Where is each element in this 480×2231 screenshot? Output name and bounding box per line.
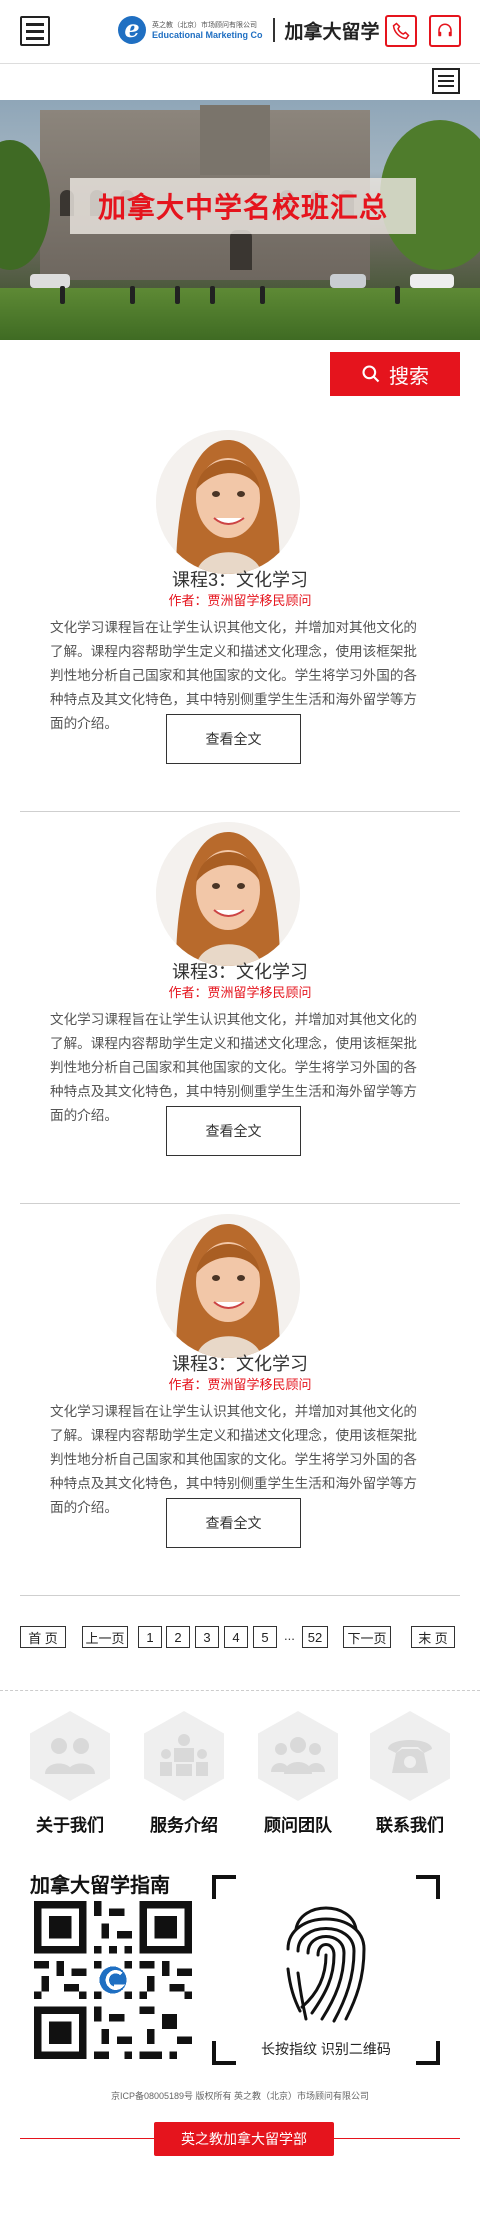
team-icon (30, 1711, 110, 1801)
prev-page-button[interactable]: 上一页 (82, 1626, 128, 1648)
person (60, 286, 65, 304)
author-avatar[interactable] (156, 1214, 300, 1358)
car (410, 274, 454, 288)
search-button-label: 搜索 (389, 365, 429, 388)
fingerprint-text: 长按指纹 识别二维码 (261, 2041, 391, 2057)
footer-nav-label: 顾问团队 (264, 1816, 332, 1835)
article-card: 课程3：文化学习 作者：贾洲留学移民顾问 文化学习课程旨在让学生认识其他文化，并… (20, 420, 460, 812)
article-card: 课程3：文化学习 作者：贾洲留学移民顾问 文化学习课程旨在让学生认识其他文化，并… (20, 812, 460, 1204)
page-number-button[interactable]: 1 (138, 1626, 162, 1648)
door (230, 230, 252, 270)
last-page-button[interactable]: 末 页 (411, 1626, 455, 1648)
logo-company-cn: 英之教（北京）市场顾问有限公司 (152, 22, 257, 29)
person (130, 286, 135, 304)
author-avatar[interactable] (156, 822, 300, 966)
page-number-button[interactable]: 52 (302, 1626, 328, 1648)
sub-nav-bar (0, 64, 480, 100)
page-ellipsis: ... (284, 1628, 295, 1643)
page-number-button[interactable]: 3 (195, 1626, 219, 1648)
meeting-icon (144, 1711, 224, 1801)
page-number-button[interactable]: 2 (166, 1626, 190, 1648)
scan-corner (416, 1875, 440, 1899)
logo-text: 英之教（北京）市场顾问有限公司 Educational Marketing Co (152, 20, 263, 40)
footer-nav-label: 联系我们 (376, 1816, 444, 1835)
telephone-icon (370, 1711, 450, 1801)
bottom-bar: 英之教加拿大留学部 (0, 2102, 480, 2162)
article-title[interactable]: 课程3：文化学习 (20, 566, 460, 592)
guide-title: 加拿大留学指南 (30, 1875, 170, 1897)
logo-company-en: Educational Marketing Co (152, 30, 263, 40)
next-page-button[interactable]: 下一页 (343, 1626, 391, 1648)
site-title: 加拿大留学 (284, 21, 380, 43)
footer: 关于我们 服务介绍 顾问团队 联系我们 加拿大留学指南 长按指纹 识别二维码 京… (0, 1690, 480, 2162)
banner-tower (200, 105, 270, 175)
person (175, 286, 180, 304)
article-title[interactable]: 课程3：文化学习 (20, 1350, 460, 1376)
top-header: e 英之教（北京）市场顾问有限公司 Educational Marketing … (0, 0, 480, 64)
banner: 加拿大中学名校班汇总 (0, 100, 480, 340)
footer-nav-team[interactable]: 顾问团队 (250, 1711, 346, 1836)
person (395, 286, 400, 304)
logo-divider (272, 18, 275, 42)
read-more-button[interactable]: 查看全文 (166, 714, 301, 764)
search-button[interactable]: 搜索 (330, 352, 460, 396)
fingerprint-icon (286, 1906, 366, 2023)
footer-nav-about[interactable]: 关于我们 (22, 1711, 118, 1836)
search-bar: 搜索 (0, 340, 480, 412)
banner-title: 加拿大中学名校班汇总 (70, 178, 416, 234)
person (210, 286, 215, 304)
footer-nav-services[interactable]: 服务介绍 (136, 1711, 232, 1836)
article-title[interactable]: 课程3：文化学习 (20, 958, 460, 984)
footer-nav-label: 服务介绍 (150, 1816, 218, 1835)
read-more-button[interactable]: 查看全文 (166, 1498, 301, 1548)
article-list: 课程3：文化学习 作者：贾洲留学移民顾问 文化学习课程旨在让学生认识其他文化，并… (0, 412, 480, 1596)
headset-icon[interactable] (429, 15, 461, 47)
qr-code-image[interactable] (34, 1901, 192, 2059)
page-number-button[interactable]: 5 (253, 1626, 277, 1648)
first-page-button[interactable]: 首 页 (20, 1626, 66, 1648)
footer-nav: 关于我们 服务介绍 顾问团队 联系我们 (0, 1691, 480, 1863)
lawn (0, 288, 480, 340)
pagination: 首 页 上一页 1 2 3 4 5 ... 52 下一页 末 页 (0, 1596, 480, 1678)
fingerprint-scan-area[interactable]: 长按指纹 识别二维码 (212, 1875, 440, 2065)
article-author: 作者：贾洲留学移民顾问 (168, 593, 312, 608)
person (260, 286, 265, 304)
search-input[interactable] (20, 352, 330, 396)
article-author: 作者：贾洲留学移民顾问 (168, 985, 312, 1000)
phone-icon[interactable] (385, 15, 417, 47)
car (330, 274, 366, 288)
group-icon (258, 1711, 338, 1801)
copyright-text: 京ICP备08005189号 版权所有 英之教（北京）市场顾问有限公司 (110, 2091, 370, 2101)
page-number-button[interactable]: 4 (224, 1626, 248, 1648)
article-author: 作者：贾洲留学移民顾问 (168, 1377, 312, 1392)
footer-nav-contact[interactable]: 联系我们 (362, 1711, 458, 1836)
search-icon (362, 365, 380, 383)
guide-section: 加拿大留学指南 长按指纹 识别二维码 (0, 1863, 480, 2073)
sub-menu-icon[interactable] (432, 68, 460, 94)
article-card: 课程3：文化学习 作者：贾洲留学移民顾问 文化学习课程旨在让学生认识其他文化，并… (20, 1204, 460, 1596)
menu-icon[interactable] (20, 16, 50, 46)
department-button[interactable]: 英之教加拿大留学部 (154, 2122, 334, 2156)
footer-nav-label: 关于我们 (36, 1816, 104, 1835)
logo[interactable]: e 英之教（北京）市场顾问有限公司 Educational Marketing … (118, 16, 380, 44)
read-more-button[interactable]: 查看全文 (166, 1106, 301, 1156)
author-avatar[interactable] (156, 430, 300, 574)
scan-corner (212, 1875, 236, 1899)
logo-e-icon: e (118, 16, 146, 44)
